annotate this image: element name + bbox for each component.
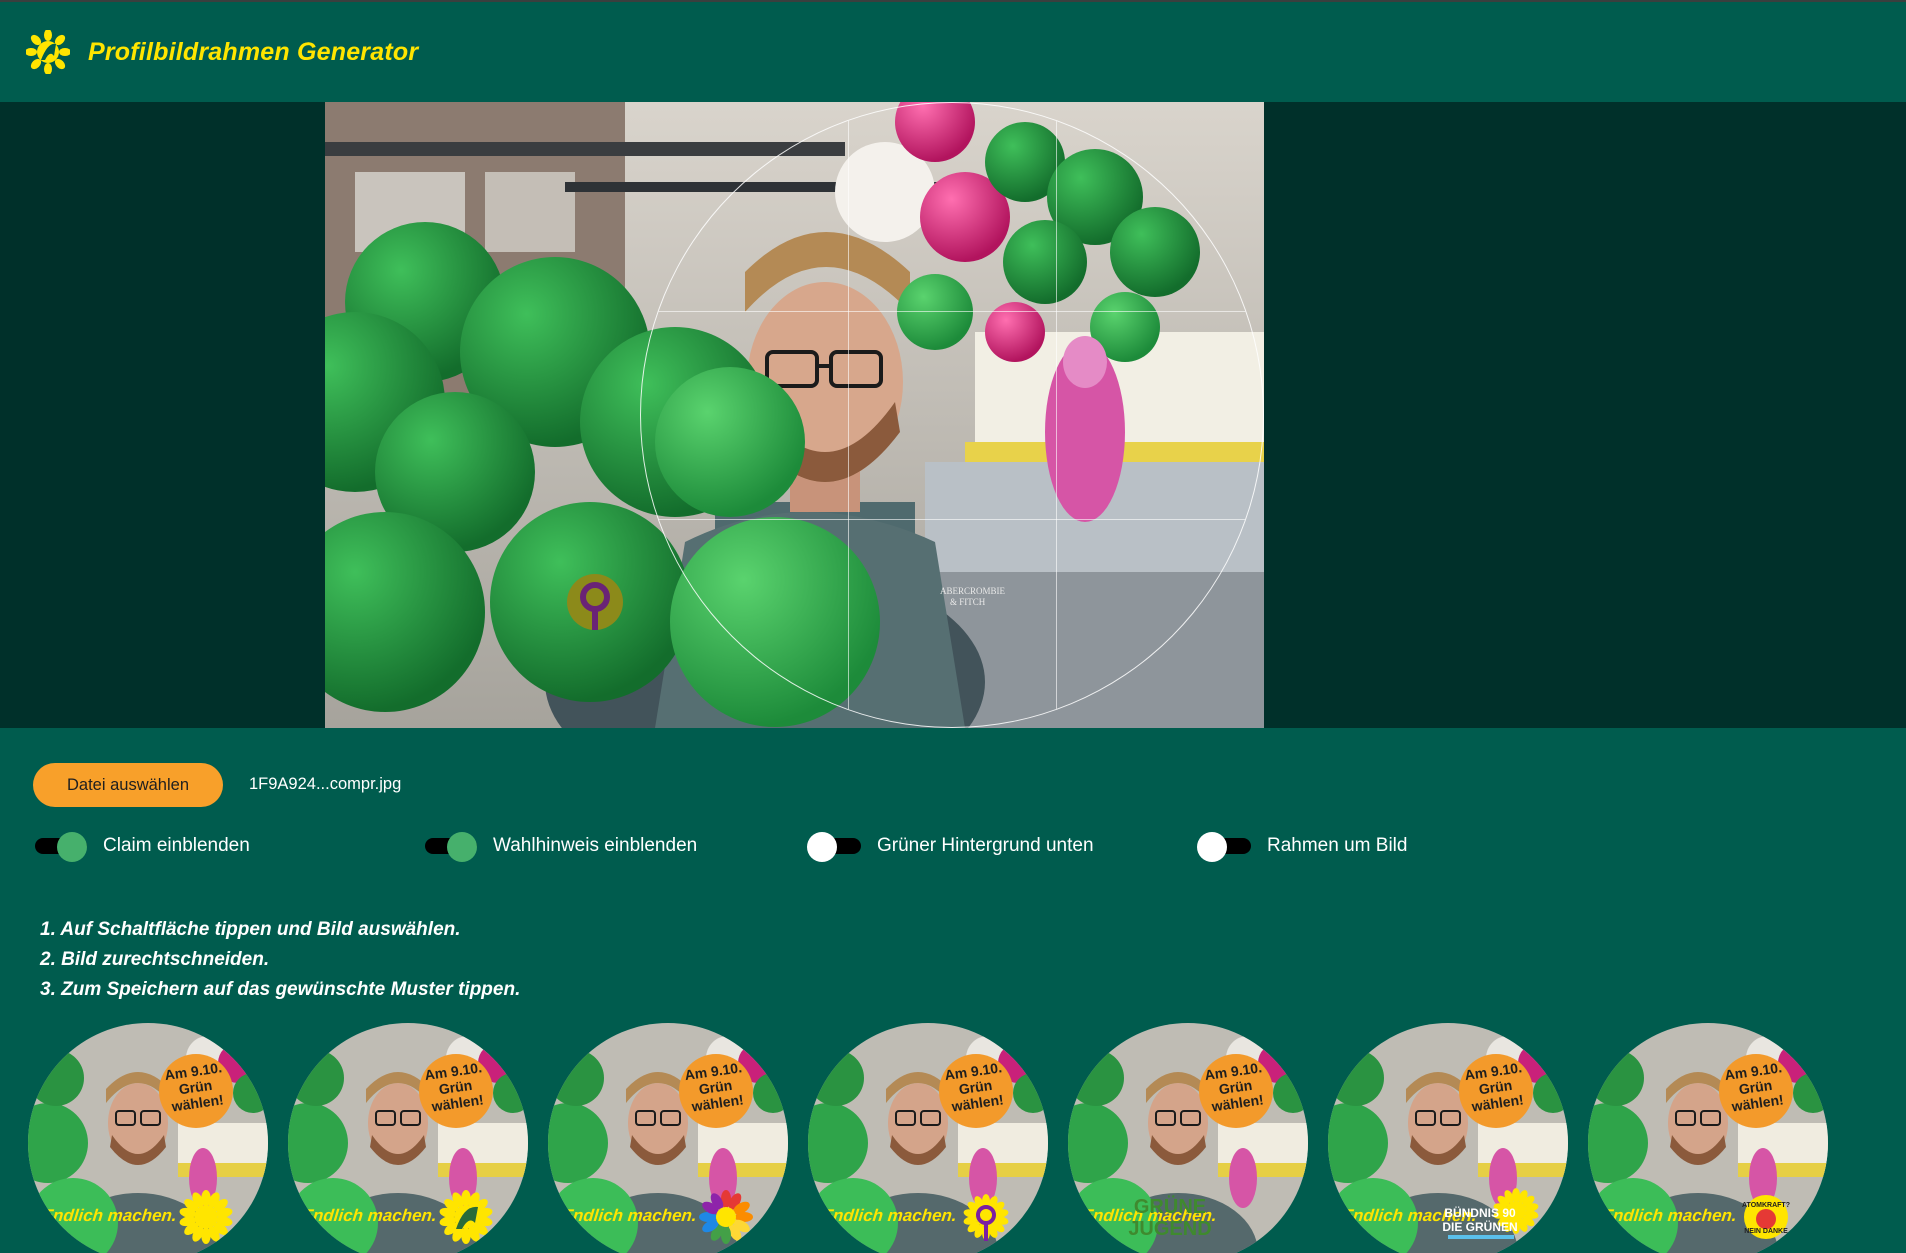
toggle-knob xyxy=(807,832,837,862)
instructions: 1. Auf Schaltfläche tippen und Bild ausw… xyxy=(40,915,520,1005)
crop-grid-line xyxy=(641,519,1263,520)
claim-text: Endlich machen. xyxy=(301,1206,438,1225)
frame-template-1[interactable]: Am 9.10. Grün wählen! Endlich machen. xyxy=(28,1023,268,1253)
toggle-knob xyxy=(447,832,477,862)
toggle-claim[interactable]: Claim einblenden xyxy=(33,831,250,862)
election-badge: Am 9.10.Grünwählen! xyxy=(419,1054,493,1128)
logo-text: GRÜNE xyxy=(1134,1195,1206,1218)
toggle-label: Rahmen um Bild xyxy=(1267,835,1408,856)
sunflower-logo-icon xyxy=(26,30,70,74)
crop-grid-line xyxy=(848,103,849,727)
template-preview: Am 9.10.Grünwählen!Endlich machen.GRÜNEJ… xyxy=(1068,1023,1308,1253)
claim-text: Endlich machen. xyxy=(41,1206,178,1225)
logo-text: JUGEND xyxy=(1128,1218,1211,1240)
template-preview: Am 9.10.Grünwählen!Endlich machen.BÜNDNI… xyxy=(1328,1023,1568,1253)
choose-file-button[interactable]: Datei auswählen xyxy=(33,763,223,807)
frame-template-3[interactable]: Am 9.10. Grün wählen! Endlich machen. xyxy=(548,1023,788,1253)
toggle-knob xyxy=(1197,832,1227,862)
election-badge: Am 9.10.Grünwählen! xyxy=(1459,1054,1533,1128)
claim-text: Endlich machen. xyxy=(561,1206,698,1225)
crop-grid-line xyxy=(1056,103,1057,727)
toggle-wahlhinweis[interactable]: Wahlhinweis einblenden xyxy=(423,831,698,862)
crop-circle-overlay[interactable] xyxy=(640,102,1264,728)
logo-text: ATOMKRAFT? xyxy=(1742,1202,1790,1209)
frame-template-list: Am 9.10. Grün wählen! Endlich machen. Am 9.1… xyxy=(28,1023,1906,1253)
controls-panel: Datei auswählen 1F9A924...compr.jpg Clai… xyxy=(0,728,1906,1253)
template-preview: Am 9.10.Grünwählen! Endlich machen. xyxy=(28,1023,268,1253)
frame-template-7[interactable]: Am 9.10. Grün wählen! Endlich machen. ATOMKR… xyxy=(1588,1023,1828,1253)
frame-template-2[interactable]: Am 9.10. Grün wählen! Endlich machen. xyxy=(288,1023,528,1253)
wahlhinweis-toggle-switch[interactable] xyxy=(423,832,479,862)
frame-template-6[interactable]: Am 9.10. Grün wählen! Endlich machen. BÜNDNI… xyxy=(1328,1023,1568,1253)
logo-text: NEIN DANKE xyxy=(1744,1228,1788,1235)
atomkraft-nein-danke-icon: ATOMKRAFT? NEIN DANKE xyxy=(1742,1195,1790,1239)
frame-template-4[interactable]: Am 9.10. Grün wählen! Endlich machen. xyxy=(808,1023,1048,1253)
toggle-label: Claim einblenden xyxy=(103,835,250,856)
toggle-frame[interactable]: Rahmen um Bild xyxy=(1197,831,1408,862)
selected-file-name: 1F9A924...compr.jpg xyxy=(249,775,402,793)
app-header: Profilbildrahmen Generator xyxy=(0,2,1906,102)
election-badge: Am 9.10.Grünwählen! xyxy=(1199,1054,1273,1128)
template-preview: Am 9.10.Grünwählen! Endlich machen. xyxy=(288,1023,528,1253)
template-preview: Am 9.10.Grünwählen! Endlich machen. xyxy=(808,1023,1048,1253)
claim-toggle-switch[interactable] xyxy=(33,832,89,862)
election-badge: Am 9.10.Grünwählen! xyxy=(679,1054,753,1128)
frame-template-5[interactable]: Am 9.10. Grün wählen! Endlich machen. GRÜNE J… xyxy=(1068,1023,1308,1253)
election-badge: Am 9.10.Grünwählen! xyxy=(1719,1054,1793,1128)
claim-text: Endlich machen. xyxy=(1601,1206,1738,1225)
app-title: Profilbildrahmen Generator xyxy=(88,37,419,66)
green-background-toggle-switch[interactable] xyxy=(807,832,863,862)
gruene-jugend-icon: GRÜNEJUGEND xyxy=(1128,1195,1211,1240)
logo-text: DIE GRÜNEN xyxy=(1442,1219,1517,1234)
instruction-step: 3. Zum Speichern auf das gewünschte Must… xyxy=(40,979,521,1000)
election-badge: Am 9.10.Grünwählen! xyxy=(159,1054,233,1128)
toggle-green-background[interactable]: Grüner Hintergrund unten xyxy=(807,831,1094,862)
toggle-label: Wahlhinweis einblenden xyxy=(493,835,698,856)
template-preview: Am 9.10.Grünwählen! Endlich machen. xyxy=(548,1023,788,1253)
frame-toggle-switch[interactable] xyxy=(1197,832,1253,862)
toggle-knob xyxy=(57,832,87,862)
template-preview: Am 9.10.Grünwählen!Endlich machen.ATOMKR… xyxy=(1588,1023,1828,1253)
election-badge: Am 9.10.Grünwählen! xyxy=(939,1054,1013,1128)
logo-text: BÜNDNIS 90 xyxy=(1444,1205,1516,1220)
instruction-step: 2. Bild zurechtschneiden. xyxy=(40,949,270,970)
crop-stage[interactable]: ABERCROMBIE & FITCH xyxy=(0,102,1906,728)
claim-text: Endlich machen. xyxy=(821,1206,958,1225)
toggle-label: Grüner Hintergrund unten xyxy=(877,835,1094,856)
instruction-step: 1. Auf Schaltfläche tippen und Bild ausw… xyxy=(40,919,461,940)
crop-grid-line xyxy=(641,311,1263,312)
